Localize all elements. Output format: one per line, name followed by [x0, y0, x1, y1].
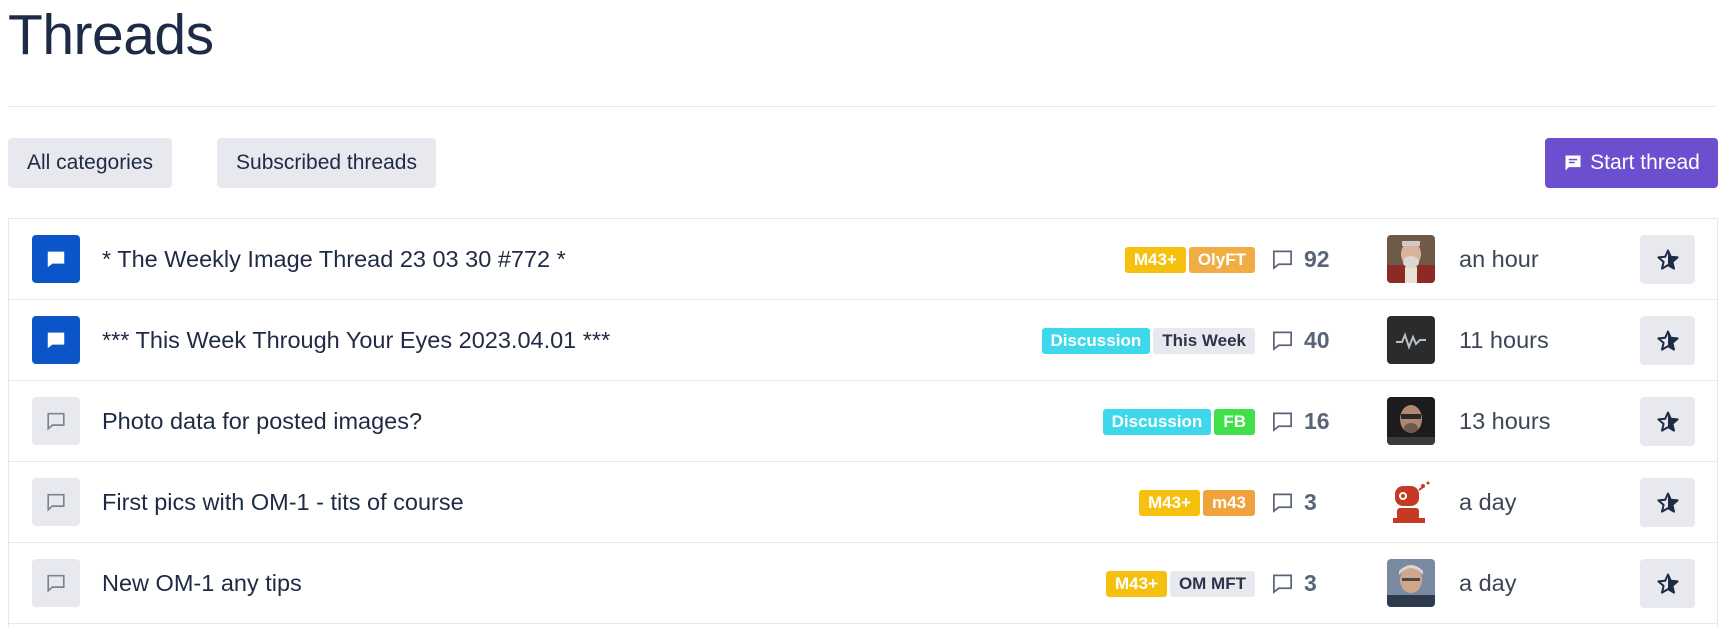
comment-outline-icon [1273, 249, 1292, 270]
reply-count-value: 3 [1304, 569, 1317, 596]
reply-count-value: 92 [1304, 245, 1330, 272]
chat-bubble-filled-icon [47, 332, 65, 349]
tag-badge[interactable]: Discussion [1102, 409, 1212, 435]
tag-badge[interactable]: This Week [1153, 328, 1255, 354]
chat-bubble-filled-icon [47, 251, 65, 268]
reply-count: 3 [1271, 462, 1317, 542]
chat-bubble-outline-icon [47, 412, 65, 431]
reply-count: 40 [1271, 300, 1330, 380]
thread-row: New OM-1 any tips M43+ OM MFT 3 a day [9, 543, 1717, 624]
comment-outline-icon [1273, 330, 1292, 351]
thread-tags: M43+ OlyFT [1124, 247, 1255, 273]
thread-row: First pics with OM-1 - tits of course M4… [9, 462, 1717, 543]
thread-tags: M43+ m43 [1138, 490, 1255, 516]
subscribe-star-button[interactable] [1640, 559, 1695, 608]
subscribe-star-button[interactable] [1640, 316, 1695, 365]
star-icon [1656, 411, 1679, 432]
reply-count-value: 16 [1304, 407, 1330, 434]
thread-list: * The Weekly Image Thread 23 03 30 #772 … [8, 218, 1718, 627]
last-activity-time: 13 hours [1459, 407, 1551, 434]
tag-badge[interactable]: M43+ [1124, 247, 1186, 273]
last-activity-time: an hour [1459, 245, 1539, 272]
comment-outline-icon [1273, 411, 1292, 432]
tag-badge[interactable]: M43+ [1138, 490, 1200, 516]
thread-type-icon [32, 478, 80, 526]
star-icon [1656, 330, 1679, 351]
tag-badge[interactable]: M43+ [1105, 571, 1167, 597]
thread-type-icon [32, 316, 80, 364]
thread-tags: Discussion FB [1102, 409, 1255, 435]
thread-type-icon [32, 235, 80, 283]
title-divider [8, 106, 1716, 107]
thread-title-link[interactable]: *** This Week Through Your Eyes 2023.04.… [102, 300, 610, 380]
tag-badge[interactable]: OM MFT [1169, 571, 1255, 597]
avatar-red-robot[interactable] [1387, 478, 1435, 526]
thread-title-link[interactable]: First pics with OM-1 - tits of course [102, 462, 464, 542]
chat-bubble-outline-icon [47, 493, 65, 512]
subscribe-star-button[interactable] [1640, 235, 1695, 284]
tag-badge[interactable]: Discussion [1041, 328, 1151, 354]
last-activity-time: a day [1459, 569, 1517, 596]
reply-count: 16 [1271, 381, 1330, 461]
tag-badge[interactable]: OlyFT [1188, 247, 1255, 273]
reply-count-value: 3 [1304, 488, 1317, 515]
thread-tags: M43+ OM MFT [1105, 571, 1255, 597]
chat-bubble-icon [1565, 155, 1581, 171]
thread-row: * The Weekly Image Thread 23 03 30 #772 … [9, 219, 1717, 300]
chat-bubble-outline-icon [47, 574, 65, 593]
subscribed-threads-button[interactable]: Subscribed threads [217, 138, 436, 188]
last-activity-time: 11 hours [1459, 326, 1549, 353]
reply-count: 3 [1271, 543, 1317, 623]
reply-count-value: 40 [1304, 326, 1330, 353]
all-categories-button[interactable]: All categories [8, 138, 172, 188]
star-icon [1656, 573, 1679, 594]
start-thread-label: Start thread [1590, 151, 1700, 174]
subscribe-star-button[interactable] [1640, 478, 1695, 527]
avatar-photo-bearded-man[interactable] [1387, 235, 1435, 283]
avatar-photo-man-glasses[interactable] [1387, 397, 1435, 445]
avatar-waveform[interactable] [1387, 316, 1435, 364]
thread-title-link[interactable]: Photo data for posted images? [102, 381, 422, 461]
thread-type-icon [32, 559, 80, 607]
thread-row: *** This Week Through Your Eyes 2023.04.… [9, 300, 1717, 381]
thread-tags: Discussion This Week [1041, 328, 1255, 354]
star-icon [1656, 249, 1679, 270]
reply-count: 92 [1271, 219, 1330, 299]
thread-title-link[interactable]: * The Weekly Image Thread 23 03 30 #772 … [102, 219, 566, 299]
page-title: Threads [8, 3, 214, 67]
thread-row: Photo data for posted images? Discussion… [9, 381, 1717, 462]
avatar-photo-grey-hair-man[interactable] [1387, 559, 1435, 607]
tag-badge[interactable]: FB [1214, 409, 1255, 435]
subscribe-star-button[interactable] [1640, 397, 1695, 446]
thread-type-icon [32, 397, 80, 445]
tag-badge[interactable]: m43 [1202, 490, 1255, 516]
comment-outline-icon [1273, 573, 1292, 594]
star-icon [1656, 492, 1679, 513]
start-thread-button[interactable]: Start thread [1545, 138, 1718, 188]
thread-title-link[interactable]: New OM-1 any tips [102, 543, 302, 623]
last-activity-time: a day [1459, 488, 1517, 515]
comment-outline-icon [1273, 492, 1292, 513]
